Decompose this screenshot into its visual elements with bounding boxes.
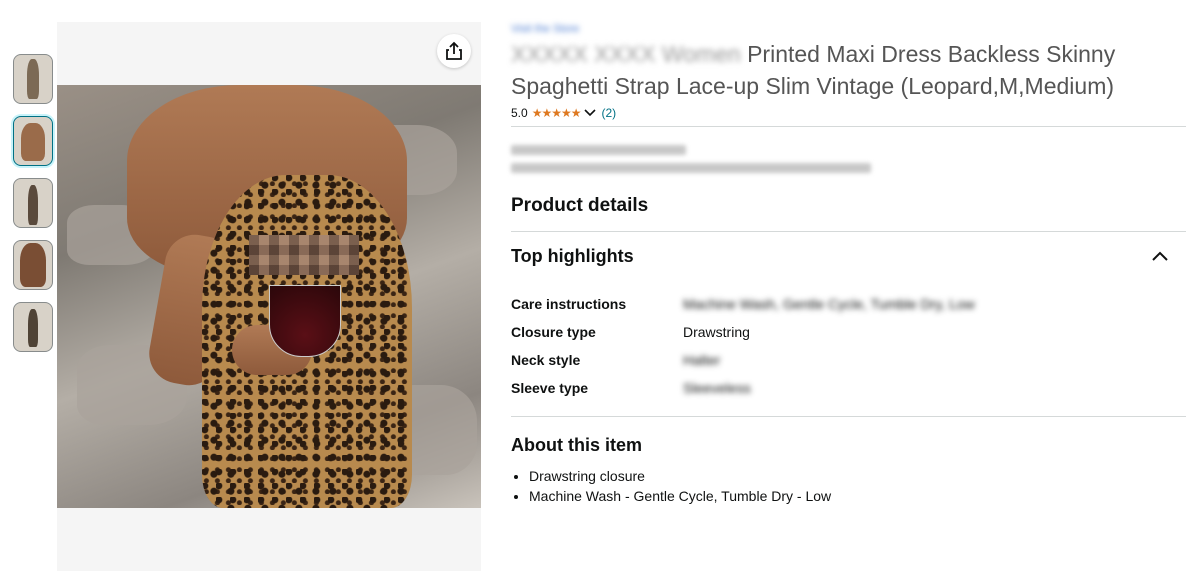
store-link[interactable]: Visit the Store [511,22,646,36]
spec-label: Closure type [511,324,596,340]
spec-row: Sleeve type Sleeveless [511,374,1186,402]
list-item: Drawstring closure [529,466,1186,486]
spec-label: Sleeve type [511,380,589,396]
rating-value: 5.0 [511,106,528,120]
censor-block [249,235,359,275]
top-highlights-heading: Top highlights [511,245,634,266]
chevron-up-icon[interactable] [1150,250,1170,262]
product-title: XXXXX XXXX Women Printed Maxi Dress Back… [511,38,1186,102]
title-blurred-prefix: XXXXX XXXX Women [511,41,741,67]
divider [511,416,1186,417]
star-rating[interactable]: ★★★★★ [532,106,582,120]
spec-value: Drawstring [683,324,750,340]
list-item: Machine Wash - Gentle Cycle, Tumble Dry … [529,486,1186,506]
thumbnail-5[interactable] [13,302,53,352]
thumbnail-1[interactable] [13,54,53,104]
main-image-panel [57,22,481,571]
spec-value: Machine Wash, Gentle Cycle, Tumble Dry, … [683,296,975,312]
spec-value: Sleeveless [683,380,751,396]
product-photo[interactable] [57,85,481,508]
thumbnail-3[interactable] [13,178,53,228]
about-list: Drawstring closure Machine Wash - Gentle… [511,466,1186,506]
chevron-down-icon[interactable] [583,108,597,118]
top-highlights-header[interactable]: Top highlights [511,232,1186,280]
spec-label: Neck style [511,352,581,368]
rating-row: 5.0 ★★★★★ (2) [511,104,1186,122]
spec-row: Care instructions Machine Wash, Gentle C… [511,290,1186,318]
blurred-info-block [511,145,1186,173]
spec-label: Care instructions [511,296,627,312]
spec-row: Neck style Halter [511,346,1186,374]
rating-count-link[interactable]: (2) [601,106,616,120]
divider [511,126,1186,127]
spec-value: Halter [683,352,721,368]
share-button[interactable] [437,34,471,68]
thumbnail-4[interactable] [13,240,53,290]
spec-table: Care instructions Machine Wash, Gentle C… [511,290,1186,402]
product-details-heading: Product details [511,195,649,216]
share-icon [446,41,462,60]
spec-row: Closure type Drawstring [511,318,1186,346]
product-info: Visit the Store XXXXX XXXX Women Printed… [511,22,1186,506]
thumbnail-2[interactable] [13,116,53,166]
about-heading: About this item [511,435,642,455]
thumbnail-strip [13,54,53,364]
